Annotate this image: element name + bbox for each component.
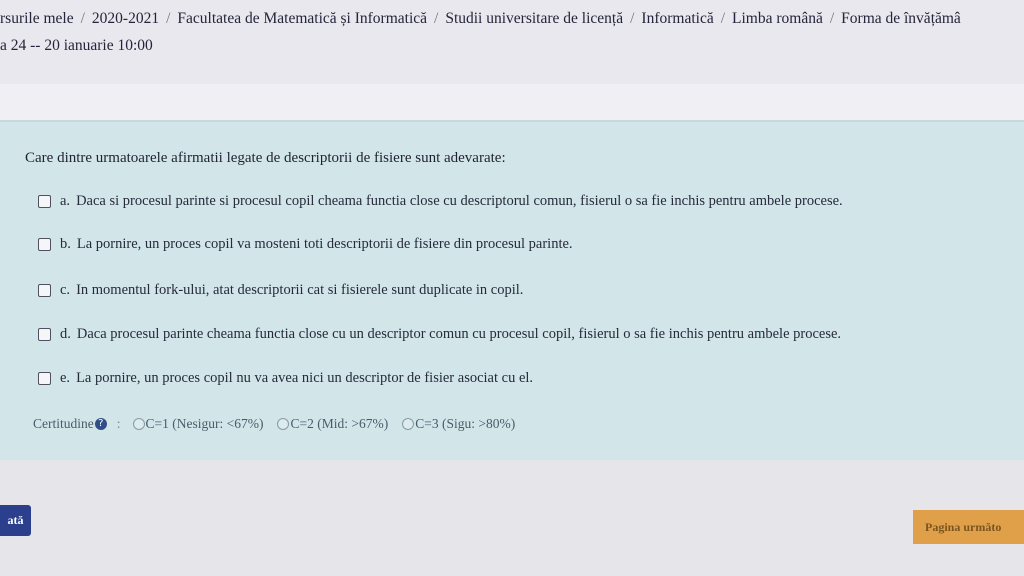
breadcrumb-separator: / (630, 10, 635, 27)
breadcrumb-item-my-courses[interactable]: rsurile mele (0, 10, 74, 27)
radio-icon[interactable] (402, 418, 415, 430)
checkbox-icon[interactable] (38, 328, 51, 341)
certitude-option-2[interactable]: C=2 (Mid: >67%) (277, 416, 388, 432)
answer-option-b[interactable]: b. La pornire, un proces copil va mosten… (38, 236, 573, 253)
answer-option-d[interactable]: d. Daca procesul parinte cheama functia … (38, 326, 841, 343)
answer-text: La pornire, un proces copil nu va avea n… (76, 370, 534, 386)
certitude-row: Certitudine ? : C=1 (Nesigur: <67%) C=2 … (33, 416, 529, 432)
breadcrumb-separator: / (720, 10, 726, 27)
breadcrumb-separator: / (80, 10, 85, 27)
answer-text: In momentul fork-ului, atat descriptorii… (76, 282, 524, 298)
answer-letter: c. (60, 282, 71, 298)
answer-letter: b. (60, 236, 71, 252)
answer-letter: d. (60, 326, 71, 342)
breadcrumb-item-language[interactable]: Limba română (732, 10, 823, 27)
page-header: rsurile mele / 2020-2021 / Facultatea de Mat… (0, 0, 1024, 84)
breadcrumb-separator: / (829, 10, 835, 27)
certitude-option-label: C=1 (Nesigur: <67%) (145, 416, 264, 431)
footer-area (0, 460, 1024, 576)
answer-text: Daca si procesul parinte si procesul cop… (76, 193, 843, 209)
page-subtitle: a 24 -- 20 ianuarie 10:00 (0, 37, 153, 54)
certitude-colon: : (116, 416, 121, 431)
answer-option-a[interactable]: a. Daca si procesul parinte si procesul … (38, 193, 843, 210)
certitude-option-1[interactable]: C=1 (Nesigur: <67%) (132, 416, 264, 432)
header-divider-band (0, 84, 1024, 120)
checkbox-icon[interactable] (38, 372, 51, 385)
certitude-option-label: C=3 (Sigu: >80%) (415, 416, 516, 431)
answer-text: La pornire, un proces copil va mosteni t… (76, 236, 573, 252)
answer-option-c[interactable]: c. In momentul fork-ului, atat descripto… (38, 282, 523, 299)
question-text: Care dintre urmatoarele afirmatii legate… (25, 150, 506, 166)
breadcrumb-item-studies[interactable]: Studii universitare de licență (445, 10, 623, 27)
breadcrumb: rsurile mele / 2020-2021 / Facultatea de Mat… (0, 10, 961, 28)
radio-icon[interactable] (132, 418, 145, 430)
breadcrumb-separator: / (434, 10, 439, 27)
next-page-button[interactable]: Pagina următo (913, 510, 1024, 544)
checkbox-icon[interactable] (38, 284, 51, 297)
certitude-option-label: C=2 (Mid: >67%) (290, 416, 389, 431)
radio-icon[interactable] (277, 418, 290, 430)
breadcrumb-item-faculty[interactable]: Facultatea de Matematică și Informatică (177, 10, 427, 27)
breadcrumb-item-informatics[interactable]: Informatică (641, 10, 713, 27)
question-circle-icon[interactable]: ? (94, 418, 107, 430)
checkbox-icon[interactable] (38, 195, 51, 208)
answer-text: Daca procesul parinte cheama functia clo… (76, 326, 842, 342)
answer-letter: e. (60, 370, 71, 386)
answer-option-e[interactable]: e. La pornire, un proces copil nu va ave… (38, 370, 533, 387)
previous-page-button[interactable]: ată (0, 505, 31, 536)
breadcrumb-item-form[interactable]: Forma de învățămâ (841, 10, 961, 27)
answer-letter: a. (60, 193, 71, 209)
certitude-label: Certitudine (33, 416, 94, 431)
checkbox-icon[interactable] (38, 238, 51, 251)
breadcrumb-separator: / (166, 10, 171, 27)
breadcrumb-item-year[interactable]: 2020-2021 (92, 10, 159, 27)
certitude-option-3[interactable]: C=3 (Sigu: >80%) (402, 416, 515, 432)
